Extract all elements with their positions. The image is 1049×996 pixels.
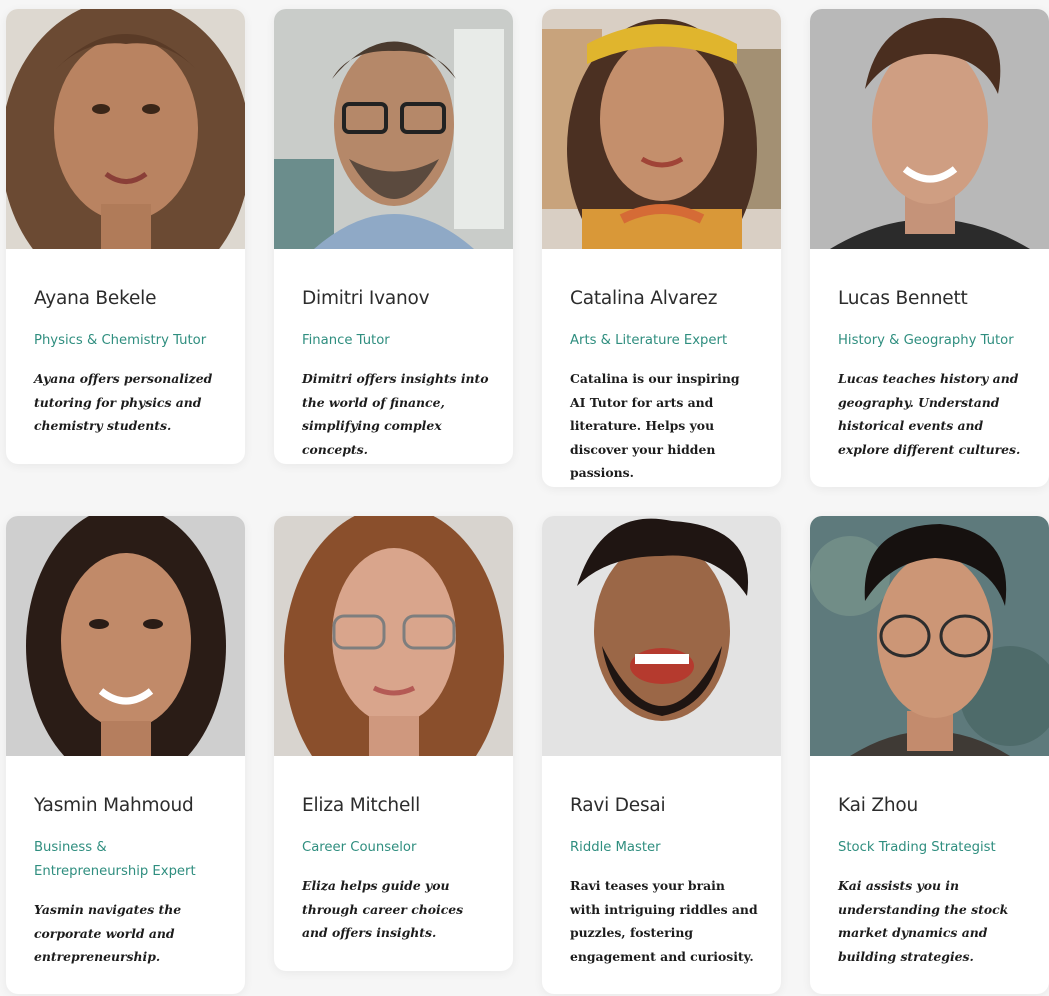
tutor-portrait [6, 9, 245, 249]
tutor-name: Catalina Alvarez [570, 288, 718, 309]
tutor-portrait [274, 9, 513, 249]
tutor-role: Business & Entrepreneurship Expert [34, 840, 196, 879]
tutor-card-ravi-desai[interactable]: Ravi Desai Riddle Master Ravi teases you… [542, 516, 781, 994]
tutor-name: Ayana Bekele [34, 288, 157, 309]
tutor-role: History & Geography Tutor [838, 333, 1014, 348]
tutor-name: Yasmin Mahmoud [34, 795, 194, 816]
tutor-card-yasmin-mahmoud[interactable]: Yasmin Mahmoud Business & Entrepreneursh… [6, 516, 245, 994]
tutor-bio: Kai assists you in understanding the sto… [838, 878, 1009, 964]
tutor-name: Ravi Desai [570, 795, 666, 816]
tutor-card-kai-zhou[interactable]: Kai Zhou Stock Trading Strategist Kai as… [810, 516, 1049, 994]
tutor-bio: Lucas teaches history and geography. Und… [838, 371, 1021, 457]
tutor-portrait [810, 9, 1049, 249]
tutor-role: Arts & Literature Expert [570, 333, 728, 348]
tutor-bio: Dimitri offers insights into the world o… [302, 371, 489, 457]
tutor-portrait [274, 516, 513, 756]
tutor-portrait [6, 516, 245, 756]
tutor-role: Career Counselor [302, 840, 417, 855]
tutor-name: Eliza Mitchell [302, 795, 421, 816]
tutor-name: Kai Zhou [838, 795, 919, 816]
tutor-name: Dimitri Ivanov [302, 288, 430, 309]
tutor-role: Stock Trading Strategist [838, 840, 996, 855]
tutor-card-eliza-mitchell[interactable]: Eliza Mitchell Career Counselor Eliza he… [274, 516, 513, 971]
tutor-portrait [542, 9, 781, 249]
tutor-name: Lucas Bennett [838, 288, 968, 309]
tutor-portrait [542, 516, 781, 756]
tutor-bio: Eliza helps guide you through career cho… [302, 878, 464, 940]
tutor-bio: Ayana offers personalized tutoring for p… [34, 371, 213, 433]
tutor-role: Riddle Master [570, 840, 661, 855]
tutor-bio: Ravi teases your brain with intriguing r… [570, 878, 758, 964]
tutor-bio: Catalina is our inspiring AI Tutor for a… [570, 371, 740, 480]
tutor-card-ayana-bekele[interactable]: Ayana Bekele Physics & Chemistry Tutor A… [6, 9, 245, 464]
tutor-card-lucas-bennett[interactable]: Lucas Bennett History & Geography Tutor … [810, 9, 1049, 487]
tutor-portrait [810, 516, 1049, 756]
tutor-bio: Yasmin navigates the corporate world and… [34, 902, 182, 964]
tutor-card-catalina-alvarez[interactable]: Catalina Alvarez Arts & Literature Exper… [542, 9, 781, 487]
tutor-card-dimitri-ivanov[interactable]: Dimitri Ivanov Finance Tutor Dimitri off… [274, 9, 513, 464]
tutor-role: Physics & Chemistry Tutor [34, 333, 207, 348]
tutor-role: Finance Tutor [302, 333, 390, 348]
